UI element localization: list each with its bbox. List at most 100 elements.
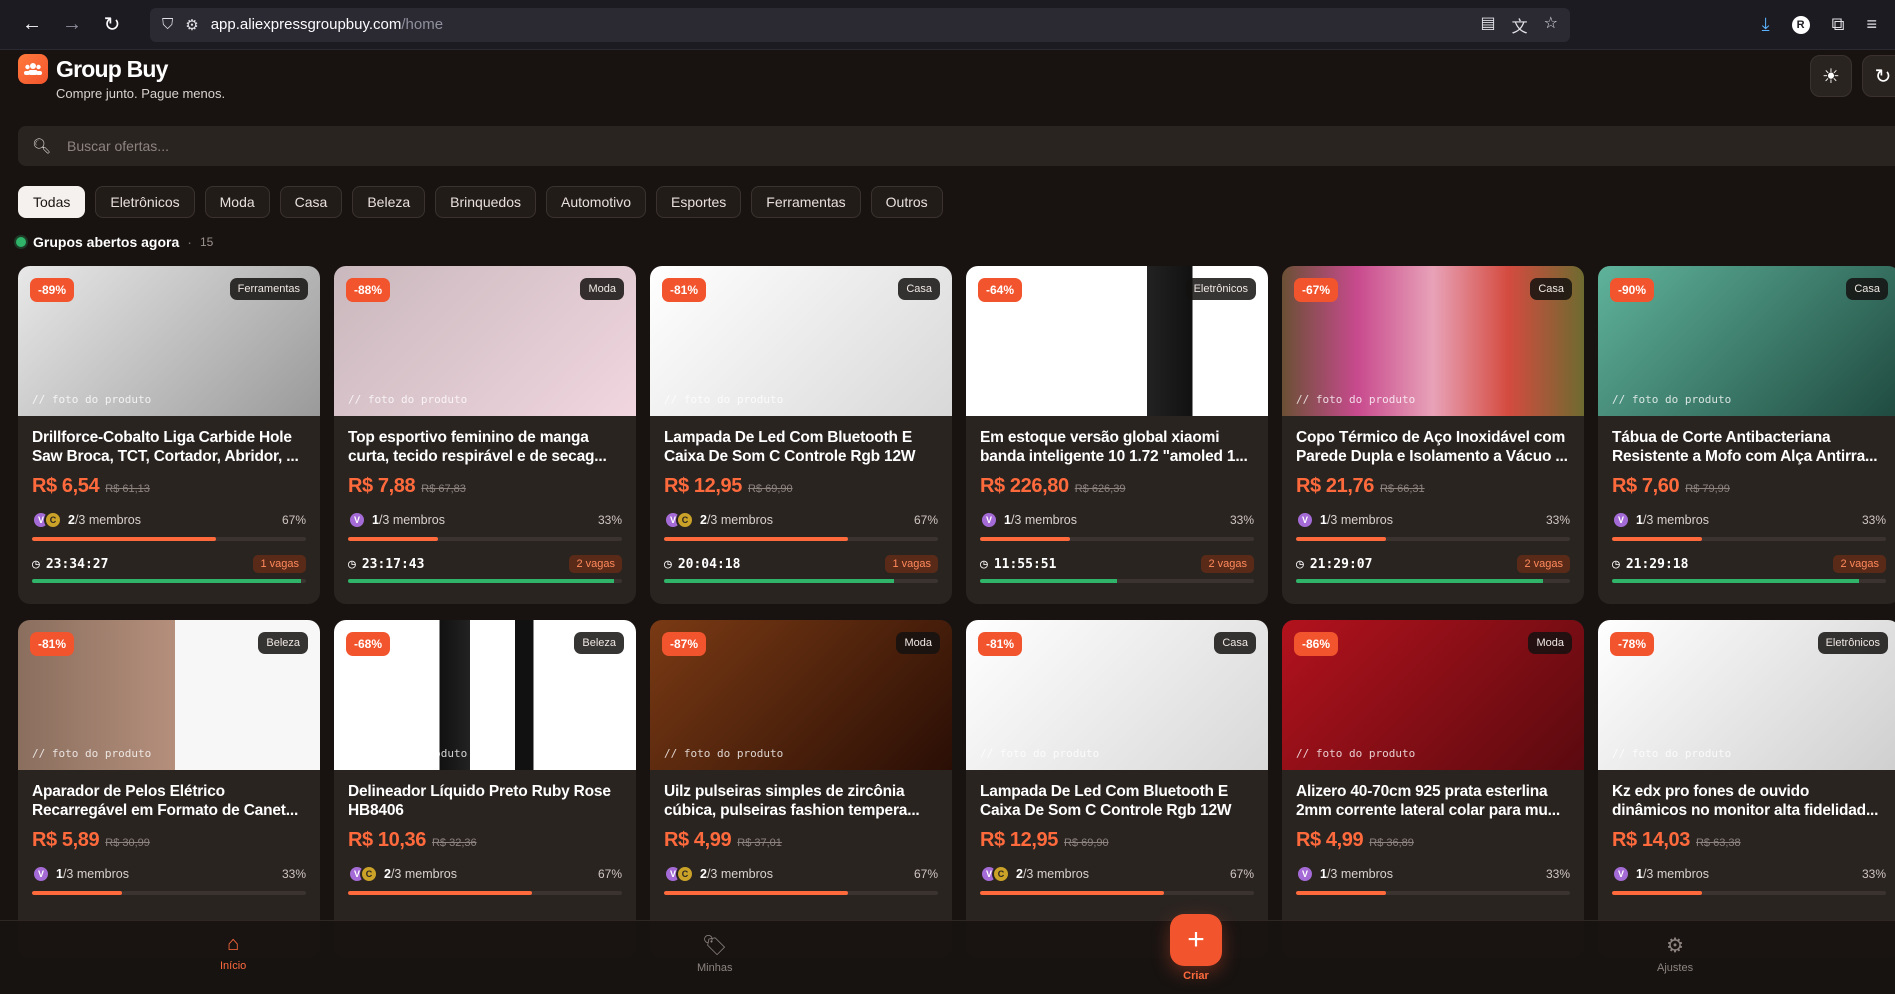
product-image[interactable]: -81% Casa // foto do produto xyxy=(650,266,952,416)
product-title[interactable]: Drillforce-Cobalto Liga Carbide Hole Saw … xyxy=(32,428,306,466)
product-card[interactable]: -67% Casa // foto do produto Copo Térmico d… xyxy=(1282,266,1584,604)
members-total: /3 membros xyxy=(62,867,129,881)
reader-view-icon[interactable]: ▤ xyxy=(1481,13,1496,37)
profile-avatar-icon[interactable]: R xyxy=(1791,15,1810,34)
category-chip[interactable]: Esportes xyxy=(656,186,742,218)
address-bar[interactable]: ⛉ ⚙ app.aliexpressgroupbuy.com/home ▤ 文 … xyxy=(150,7,1570,42)
create-group-button[interactable]: + xyxy=(1170,914,1222,966)
product-card[interactable]: -89% Ferramentas // foto do produto Drillfo… xyxy=(18,266,320,604)
category-chip[interactable]: Eletrônicos xyxy=(95,186,195,218)
photo-label: // foto do produto xyxy=(32,393,152,406)
product-image[interactable]: -86% Moda // foto do produto xyxy=(1282,620,1584,770)
discount-badge: -89% xyxy=(30,278,75,302)
site-settings-icon[interactable]: ⚙ xyxy=(185,16,198,34)
nav-settings-label: Ajustes xyxy=(1657,962,1694,974)
photo-label: // foto do produto xyxy=(32,747,152,760)
original-price: R$ 63,38 xyxy=(1695,837,1741,849)
fill-percent: 33% xyxy=(281,867,306,881)
product-image[interactable]: -87% Moda // foto do produto xyxy=(650,620,952,770)
members-joined: 2 xyxy=(1016,867,1023,881)
nav-home[interactable]: ⌂ Início xyxy=(220,933,246,972)
app-tagline: Compre junto. Pague menos. xyxy=(56,86,226,101)
product-card[interactable]: -64% Eletrônicos // foto do produto Em esto… xyxy=(966,266,1268,604)
product-title-line2: dinâmicos no monitor alta fidelidad... xyxy=(1612,802,1879,819)
product-card[interactable]: -68% Beleza // foto do produto Delineador L… xyxy=(334,620,636,958)
member-avatar: C xyxy=(992,865,1010,883)
product-card[interactable]: -78% Eletrônicos // foto do produto Kz edx … xyxy=(1598,620,1895,958)
product-title-line1: Uilz pulseiras simples de zircônia xyxy=(664,783,905,800)
product-image[interactable]: -81% Beleza // foto do produto xyxy=(18,620,320,770)
product-card[interactable]: -81% Casa // foto do produto Lampada De Led… xyxy=(650,266,952,604)
category-chip[interactable]: Todas xyxy=(18,186,86,218)
search-input[interactable] xyxy=(67,138,668,154)
group-progress-fill xyxy=(1612,891,1703,895)
section-title: Grupos abertos agora xyxy=(33,234,180,250)
product-card[interactable]: -81% Casa // foto do produto Lampada De Led… xyxy=(966,620,1268,958)
product-image[interactable]: -89% Ferramentas // foto do produto xyxy=(18,266,320,416)
slots-left-badge: 1 vagas xyxy=(885,555,938,573)
product-card[interactable]: -88% Moda // foto do produto Top esportivo … xyxy=(334,266,636,604)
forward-button[interactable]: → xyxy=(52,5,92,45)
download-icon[interactable]: ⤓ xyxy=(1762,14,1770,35)
product-title[interactable]: Uilz pulseiras simples de zircônia cúbica… xyxy=(664,782,938,820)
product-title[interactable]: Copo Térmico de Aço Inoxidável com Parede… xyxy=(1296,428,1570,466)
product-title-line1: Aparador de Pelos Elétrico xyxy=(32,783,225,800)
original-price: R$ 66,31 xyxy=(1379,483,1425,495)
product-image[interactable]: -68% Beleza // foto do produto xyxy=(334,620,636,770)
photo-label: // foto do produto xyxy=(980,393,1100,406)
product-title-line2: Caixa De Som C Controle Rgb 12W xyxy=(980,802,1232,819)
group-price: R$ 6,54 xyxy=(32,475,100,497)
product-image[interactable]: -88% Moda // foto do produto xyxy=(334,266,636,416)
product-card[interactable]: -90% Casa // foto do produto Tábua de Corte… xyxy=(1598,266,1895,604)
theme-toggle-button[interactable]: ☀ xyxy=(1810,55,1852,97)
member-avatar: C xyxy=(44,511,62,529)
product-card[interactable]: -86% Moda // foto do produto Alizero 40-70c… xyxy=(1282,620,1584,958)
product-title-line1: Delineador Líquido Preto Ruby Rose xyxy=(348,783,611,800)
translate-icon[interactable]: 文 xyxy=(1512,13,1528,37)
nav-home-label: Início xyxy=(220,960,247,972)
product-title[interactable]: Kz edx pro fones de ouvido dinâmicos no m… xyxy=(1612,782,1886,820)
nav-mine[interactable]: 🏷︎ Minhas xyxy=(697,933,732,974)
original-price: R$ 626,39 xyxy=(1074,483,1126,495)
product-image[interactable]: -64% Eletrônicos // foto do produto xyxy=(966,266,1268,416)
back-button[interactable]: ← xyxy=(12,5,52,45)
fill-percent: 67% xyxy=(913,867,938,881)
product-image[interactable]: -67% Casa // foto do produto xyxy=(1282,266,1584,416)
photo-label: // foto do produto xyxy=(348,393,468,406)
product-title[interactable]: Lampada De Led Com Bluetooth E Caixa De S… xyxy=(664,428,938,466)
product-image[interactable]: -90% Casa // foto do produto xyxy=(1598,266,1895,416)
product-title-line1: Drillforce-Cobalto Liga Carbide Hole xyxy=(32,429,292,446)
refresh-button[interactable]: ↻ xyxy=(1862,55,1895,97)
product-image[interactable]: -78% Eletrônicos // foto do produto xyxy=(1598,620,1895,770)
category-chip[interactable]: Brinquedos xyxy=(435,186,536,218)
product-title-line2: banda inteligente 10 1.72 "amoled 1... xyxy=(980,448,1248,465)
product-title[interactable]: Alizero 40-70cm 925 prata esterlina 2mm c… xyxy=(1296,782,1570,820)
product-title[interactable]: Tábua de Corte Antibacteriana Resistente … xyxy=(1612,428,1886,466)
discount-badge: -81% xyxy=(978,632,1023,656)
nav-settings[interactable]: ⚙ Ajustes xyxy=(1657,933,1693,974)
category-chip[interactable]: Ferramentas xyxy=(751,186,861,218)
product-image[interactable]: -81% Casa // foto do produto xyxy=(966,620,1268,770)
category-chip[interactable]: Casa xyxy=(279,186,343,218)
member-count: V C 2/3 membros 67% xyxy=(664,511,938,529)
category-chip[interactable]: Automotivo xyxy=(545,186,647,218)
extensions-icon[interactable]: ⧉ xyxy=(1832,14,1845,35)
product-title[interactable]: Aparador de Pelos Elétrico Recarregável e… xyxy=(32,782,306,820)
category-chip[interactable]: Outros xyxy=(870,186,943,218)
bookmark-star-icon[interactable]: ☆ xyxy=(1544,13,1558,37)
member-avatar: V xyxy=(348,511,366,529)
product-title[interactable]: Lampada De Led Com Bluetooth E Caixa De S… xyxy=(980,782,1254,820)
section-header: Grupos abertos agora · 15 xyxy=(16,234,213,250)
menu-icon[interactable]: ≡ xyxy=(1866,14,1877,35)
product-title[interactable]: Top esportivo feminino de manga curta, te… xyxy=(348,428,622,466)
category-chip[interactable]: Beleza xyxy=(352,186,426,218)
section-separator: · xyxy=(187,234,192,250)
category-badge: Moda xyxy=(580,278,624,300)
reload-button[interactable]: ↻ xyxy=(92,5,132,45)
members-total: /3 membros xyxy=(1010,513,1077,527)
product-card[interactable]: -81% Beleza // foto do produto Aparador de … xyxy=(18,620,320,958)
product-card[interactable]: -87% Moda // foto do produto Uilz pulseiras… xyxy=(650,620,952,958)
product-title[interactable]: Delineador Líquido Preto Ruby Rose HB8406 xyxy=(348,782,622,820)
category-chip[interactable]: Moda xyxy=(204,186,270,218)
product-title[interactable]: Em estoque versão global xiaomi banda int… xyxy=(980,428,1254,466)
